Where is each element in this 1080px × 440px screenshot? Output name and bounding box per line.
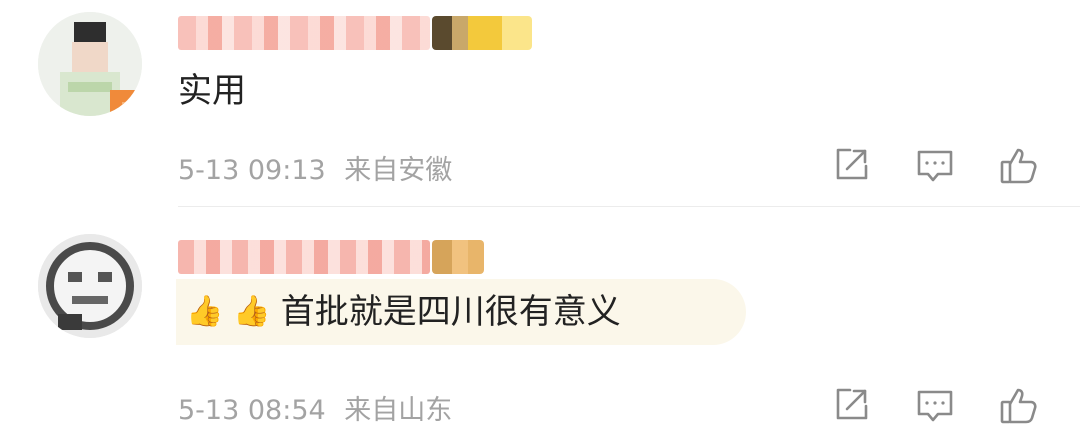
like-icon[interactable]	[998, 144, 1040, 186]
username-blurred[interactable]	[178, 16, 430, 50]
comment-item: 👍 👍 首批就是四川很有意义 5-13 08:54 来自山东	[0, 208, 1080, 440]
comment-text-row: 👍 👍 首批就是四川很有意义	[186, 292, 621, 332]
user-badge	[432, 16, 532, 50]
share-icon[interactable]	[830, 384, 872, 426]
avatar[interactable]	[38, 12, 142, 116]
comment-item: 实用 5-13 09:13 来自安徽	[0, 0, 1080, 207]
comment-meta: 5-13 08:54 来自山东	[178, 388, 452, 427]
comment-icon[interactable]	[914, 384, 956, 426]
username-blurred[interactable]	[178, 240, 430, 274]
thumbs-up-emoji: 👍	[233, 294, 271, 329]
user-badge	[432, 240, 484, 274]
comment-time: 5-13 09:13	[178, 155, 326, 186]
comment-location: 来自安徽	[344, 155, 453, 186]
comment-text: 实用	[178, 71, 246, 111]
comment-location: 来自山东	[344, 395, 453, 426]
thumbs-up-emoji: 👍	[186, 294, 224, 329]
comment-time: 5-13 08:54	[178, 395, 326, 426]
comment-icon[interactable]	[914, 144, 956, 186]
avatar[interactable]	[38, 234, 142, 338]
comment-text: 首批就是四川很有意义	[280, 292, 621, 332]
like-icon[interactable]	[998, 384, 1040, 426]
divider	[178, 206, 1080, 207]
share-icon[interactable]	[830, 144, 872, 186]
comment-meta: 5-13 09:13 来自安徽	[178, 148, 452, 187]
